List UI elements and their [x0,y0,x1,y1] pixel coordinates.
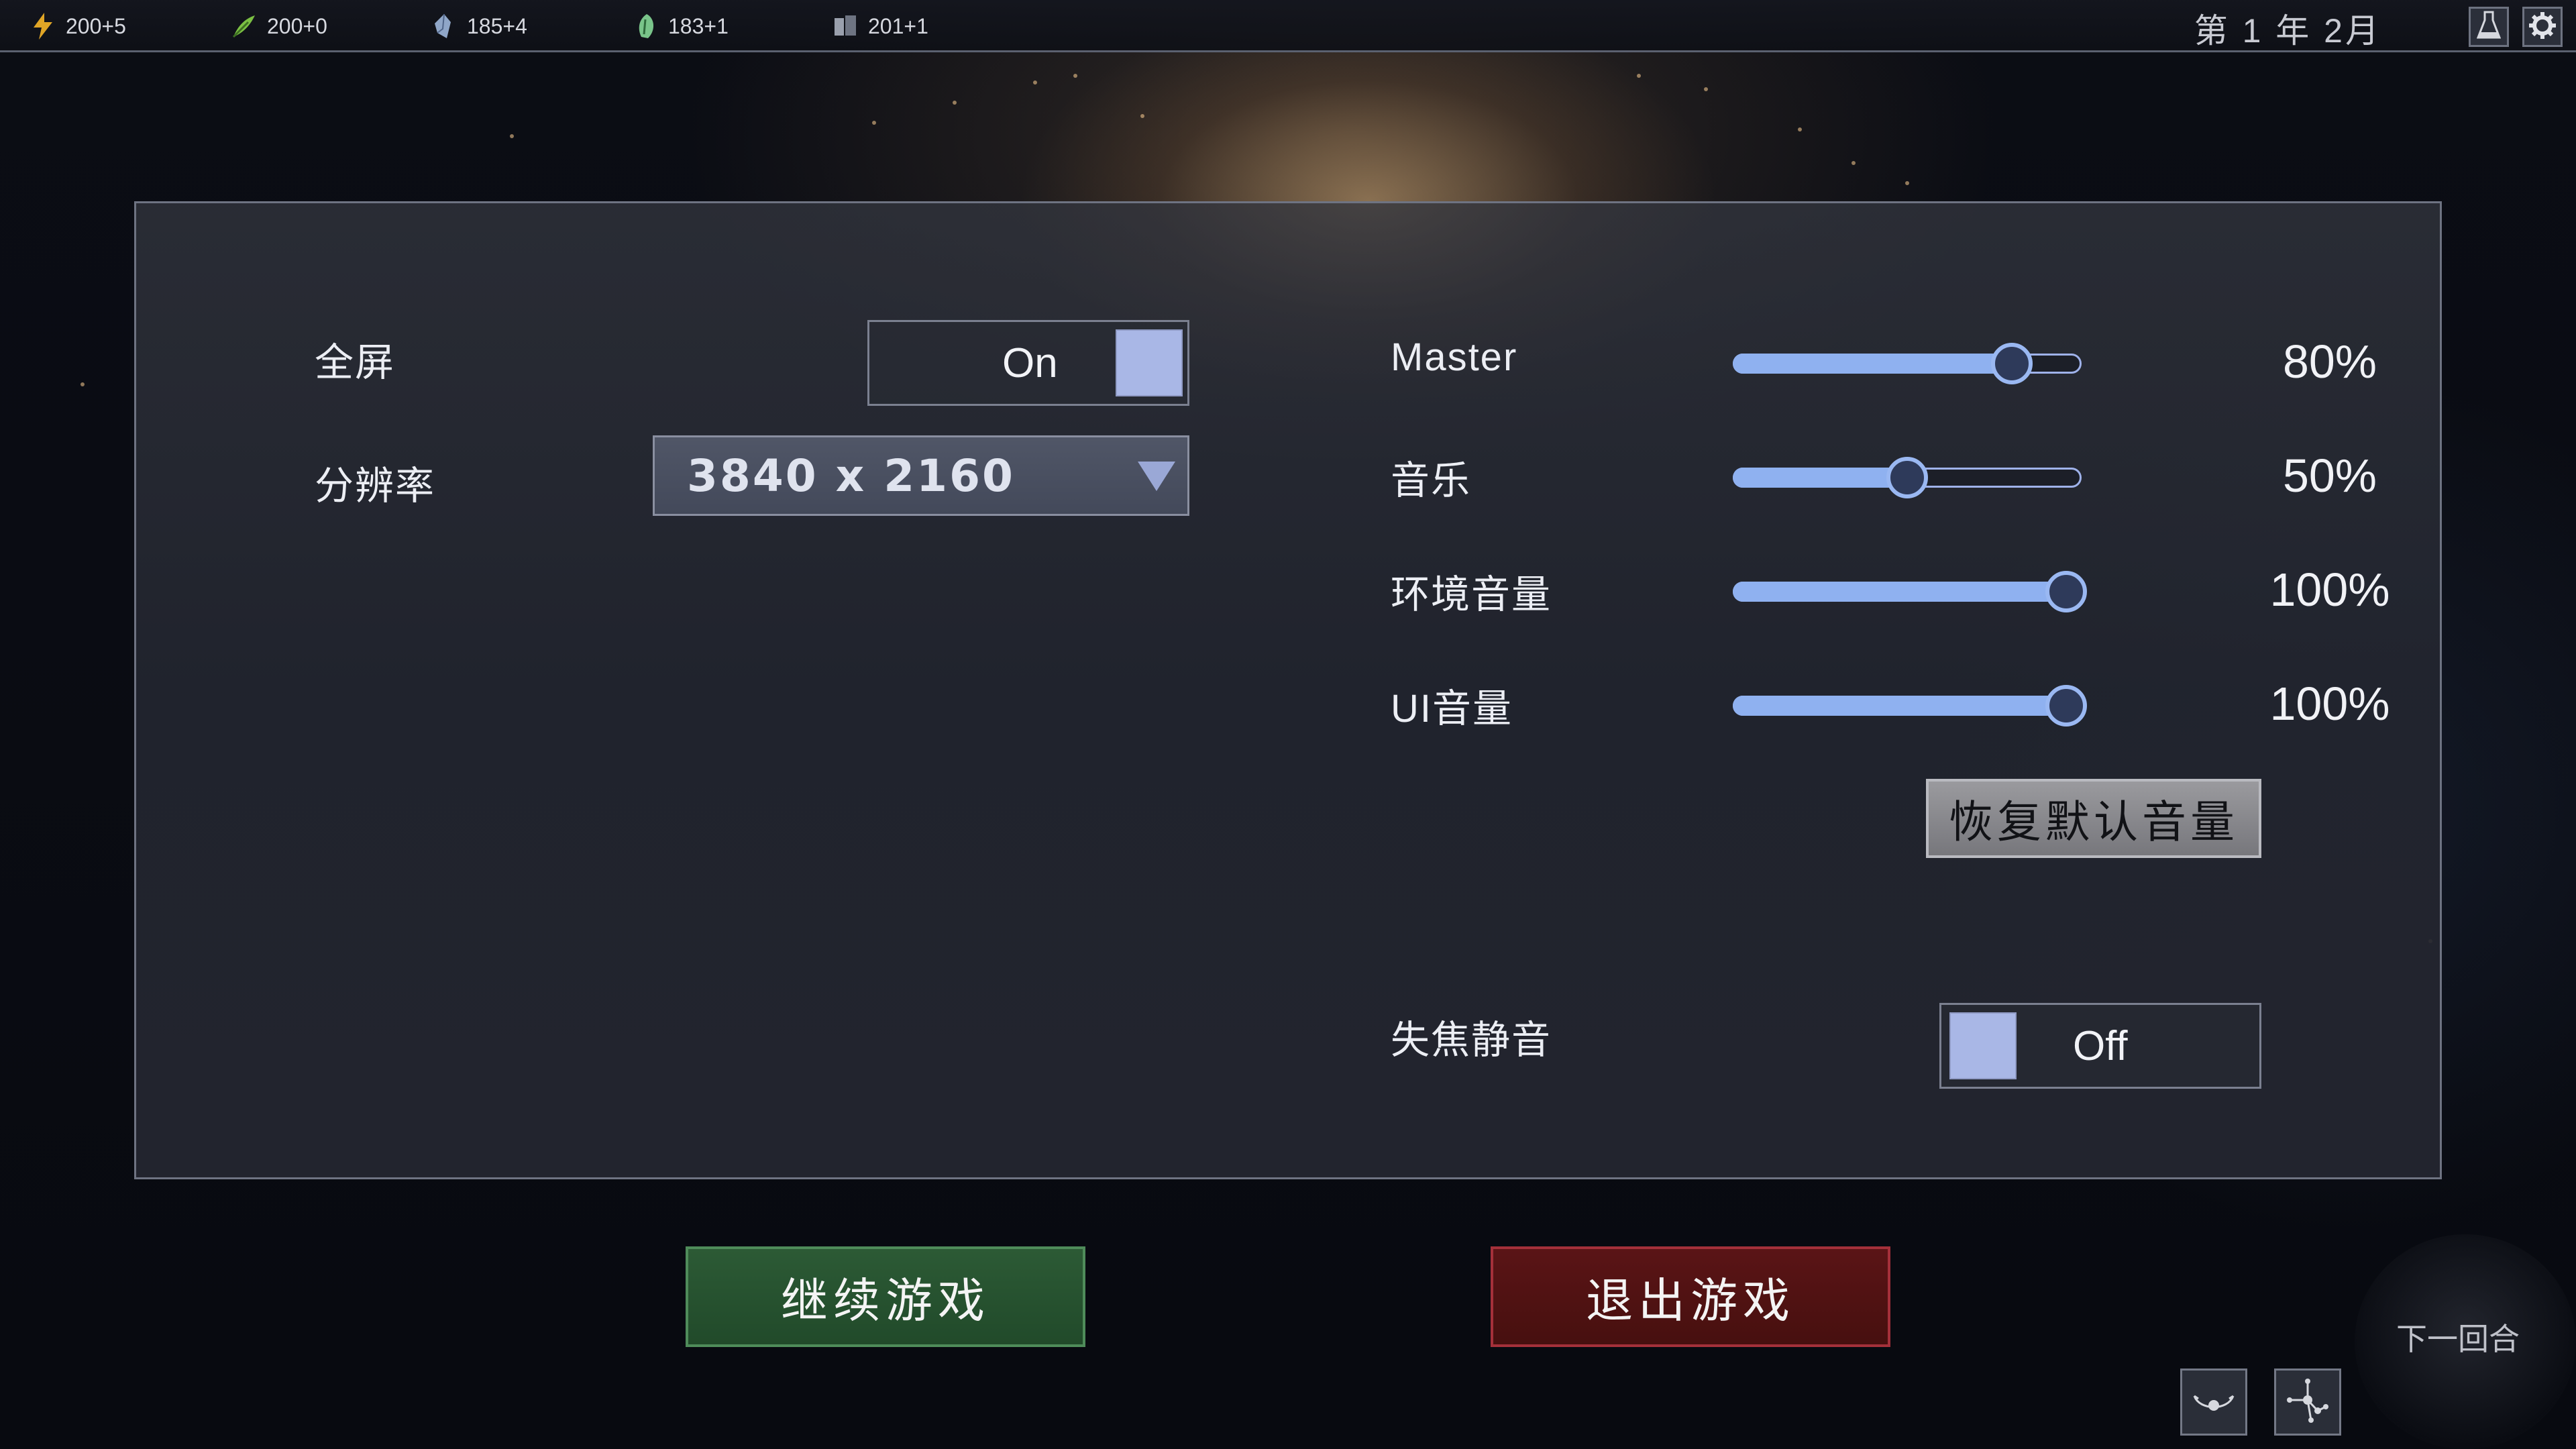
volume-ui-slider[interactable] [1733,676,2087,736]
network-nodes-icon [2284,1377,2331,1428]
settings-gear-icon [2528,11,2557,44]
slider-thumb[interactable] [2045,571,2087,612]
volume-master-label: Master [1391,335,1518,379]
resource-alloys-value: 201+1 [868,13,928,38]
volume-music-slider[interactable] [1733,447,2082,508]
resource-science-value: 183+1 [668,13,729,38]
volume-music-label: 音乐 [1391,459,1472,502]
volume-ambient-value: 100% [2269,564,2390,616]
volume-ambient-label: 环境音量 [1391,573,1552,616]
chevron-down-icon [1138,462,1175,491]
resource-food-value: 200+0 [267,13,327,38]
mute-unfocused-toggle-knob [1949,1012,2017,1079]
resource-alloys[interactable]: 201+1 [832,0,928,52]
fullscreen-toggle[interactable]: On [867,320,1189,406]
fullscreen-label: 全屏 [315,341,396,384]
mute-unfocused-label: 失焦静音 [1391,1018,1552,1062]
network-view-button[interactable] [2274,1368,2341,1436]
minerals-icon [431,13,458,40]
reset-volume-button[interactable]: 恢复默认音量 [1926,779,2261,858]
volume-master-slider[interactable] [1733,333,2082,394]
fullscreen-toggle-state: On [1002,339,1058,386]
slider-fill [1733,696,2082,716]
volume-ui-value: 100% [2269,678,2390,730]
top-resource-bar: 200+5 200+0 185+4 183+1 201+1 第 1 年 2月 [0,0,2576,52]
research-button[interactable] [2469,7,2509,47]
settings-button[interactable] [2522,7,2563,47]
food-icon [231,13,258,40]
exit-game-button[interactable]: 退出游戏 [1491,1246,1890,1347]
resolution-dropdown-value: 3840 x 2160 [687,449,1015,502]
volume-ambient-slider[interactable] [1733,561,2087,622]
slider-fill [1733,582,2082,602]
next-turn-label: 下一回合 [2396,1322,2520,1356]
mute-unfocused-toggle-state: Off [2073,1022,2128,1069]
orbit-icon [2190,1384,2237,1421]
resource-minerals[interactable]: 185+4 [431,0,527,52]
mute-unfocused-toggle[interactable]: Off [1939,1003,2261,1089]
volume-ui-label: UI音量 [1391,687,1513,731]
alloys-icon [832,13,859,40]
continue-game-button[interactable]: 继续游戏 [686,1246,1085,1347]
fullscreen-toggle-knob [1115,329,1183,396]
slider-thumb[interactable] [1886,457,1928,498]
resource-energy[interactable]: 200+5 [30,0,126,52]
resource-energy-value: 200+5 [66,13,126,38]
science-icon [632,13,659,40]
resource-food[interactable]: 200+0 [231,0,327,52]
volume-master-value: 80% [2282,335,2377,388]
energy-icon [30,13,56,40]
slider-fill [1733,468,1907,488]
slider-thumb[interactable] [1991,343,2033,384]
settings-panel: 全屏 On 分辨率 3840 x 2160 Master 80% 音乐 50% … [134,201,2442,1179]
resolution-dropdown[interactable]: 3840 x 2160 [653,435,1189,516]
volume-music-value: 50% [2282,449,2377,502]
fleet-view-button[interactable] [2180,1368,2247,1436]
slider-fill [1733,354,2012,374]
research-flask-icon [2476,11,2502,44]
resource-science[interactable]: 183+1 [632,0,729,52]
game-date: 第 1 年 2月 [2194,12,2381,50]
resource-minerals-value: 185+4 [467,13,527,38]
slider-thumb[interactable] [2045,685,2087,727]
resolution-label: 分辨率 [315,464,436,508]
